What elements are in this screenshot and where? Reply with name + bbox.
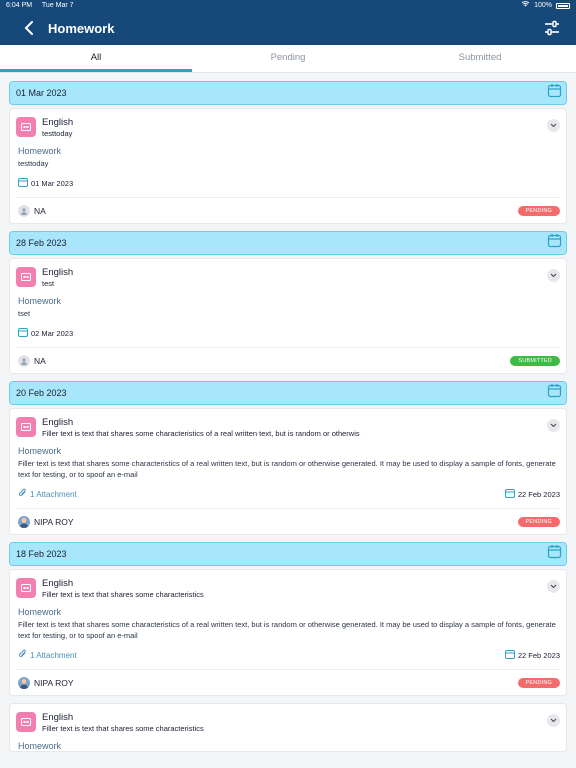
status-badge: PENDING — [517, 205, 560, 216]
subject-name: English — [42, 712, 74, 723]
homework-description: testtoday — [18, 159, 49, 168]
calendar-icon[interactable] — [547, 544, 562, 564]
homework-group: 18 Feb 2023 English Filler text is text … — [9, 542, 567, 696]
teacher-name: NIPA ROY — [34, 516, 74, 527]
homework-label: Homework — [18, 741, 62, 751]
homework-label: Homework — [18, 446, 62, 456]
homework-topic: Filler text is text that shares some cha… — [42, 724, 204, 733]
homework-card[interactable]: English test Homework tset 02 Mar 2023 N… — [9, 258, 567, 374]
homework-label: Homework — [18, 146, 62, 156]
chevron-down-icon[interactable] — [547, 269, 560, 282]
teacher-name: NIPA ROY — [34, 677, 74, 688]
wifi-icon — [521, 0, 530, 11]
attachment-count: 1 Attachment — [30, 489, 77, 499]
tab-pending[interactable]: Pending — [192, 45, 384, 72]
chevron-down-icon[interactable] — [547, 419, 560, 432]
date-header: 20 Feb 2023 — [9, 381, 567, 405]
paperclip-icon — [18, 488, 27, 500]
status-time: 6:04 PM — [6, 2, 33, 9]
teacher-name: NA — [34, 205, 46, 216]
homework-topic: Filler text is text that shares some cha… — [42, 429, 360, 438]
homework-topic: test — [42, 279, 55, 288]
due-date: 02 Mar 2023 — [18, 327, 73, 339]
homework-description: Filler text is text that shares some cha… — [18, 620, 556, 640]
calendar-icon — [504, 649, 515, 661]
date-header: 28 Feb 2023 — [9, 231, 567, 255]
homework-card[interactable]: English testtoday Homework testtoday 01 … — [9, 108, 567, 224]
homework-card[interactable]: English Filler text is text that shares … — [9, 703, 567, 752]
book-icon — [16, 712, 36, 732]
attachment-link[interactable]: 1 Attachment — [18, 649, 77, 661]
homework-description: tset — [18, 309, 31, 318]
homework-label: Homework — [18, 296, 62, 306]
subject-name: English — [42, 417, 74, 428]
filter-tabs: All Pending Submitted — [0, 45, 576, 73]
avatar — [18, 515, 30, 528]
homework-card[interactable]: English Filler text is text that shares … — [9, 569, 567, 696]
due-date: 01 Mar 2023 — [18, 177, 73, 189]
homework-label: Homework — [18, 607, 62, 617]
subject-name: English — [42, 117, 74, 128]
date-header-label: 01 Mar 2023 — [16, 88, 67, 98]
homework-topic: Filler text is text that shares some cha… — [42, 590, 204, 599]
calendar-icon — [504, 488, 515, 500]
battery-percent: 100% — [534, 2, 552, 9]
teacher-name: NA — [34, 355, 46, 366]
date-header: 01 Mar 2023 — [9, 81, 567, 105]
chevron-down-icon[interactable] — [547, 714, 560, 727]
due-date-value: 02 Mar 2023 — [31, 328, 74, 338]
status-date: Tue Mar 7 — [41, 2, 74, 9]
tab-all[interactable]: All — [0, 45, 192, 72]
calendar-icon[interactable] — [547, 233, 562, 253]
subject-name: English — [42, 578, 74, 589]
status-badge: PENDING — [517, 677, 560, 688]
homework-group: English Filler text is text that shares … — [9, 703, 567, 752]
attachment-link[interactable]: 1 Attachment — [18, 488, 77, 500]
calendar-icon[interactable] — [547, 383, 562, 403]
status-badge: PENDING — [517, 516, 560, 527]
subject-name: English — [42, 267, 74, 278]
chevron-down-icon[interactable] — [547, 119, 560, 132]
status-bar: 6:04 PM Tue Mar 7 100% — [0, 0, 576, 11]
calendar-icon — [18, 327, 28, 339]
book-icon — [16, 578, 36, 598]
homework-group: 28 Feb 2023 English test Homework tset 0… — [9, 231, 567, 374]
book-icon — [16, 117, 36, 137]
due-date-value: 22 Feb 2023 — [517, 650, 560, 660]
book-icon — [16, 267, 36, 287]
attachment-count: 1 Attachment — [30, 650, 77, 660]
status-badge: SUBMITTED — [510, 355, 560, 366]
due-date: 22 Feb 2023 — [504, 488, 560, 500]
battery-icon — [556, 2, 570, 9]
date-header-label: 18 Feb 2023 — [16, 549, 67, 559]
calendar-icon — [18, 177, 28, 189]
due-date-value: 22 Feb 2023 — [517, 489, 560, 499]
homework-description: Filler text is text that shares some cha… — [18, 459, 556, 479]
app-header: 6:04 PM Tue Mar 7 100% Homework — [0, 0, 576, 45]
homework-group: 20 Feb 2023 English Filler text is text … — [9, 381, 567, 535]
avatar — [18, 676, 30, 689]
book-icon — [16, 417, 36, 437]
back-arrow-icon[interactable] — [24, 17, 34, 39]
person-icon — [18, 204, 30, 217]
due-date: 22 Feb 2023 — [504, 649, 560, 661]
homework-group: 01 Mar 2023 English testtoday Homework t… — [9, 81, 567, 224]
homework-list: 01 Mar 2023 English testtoday Homework t… — [0, 73, 576, 767]
due-date-value: 01 Mar 2023 — [31, 178, 74, 188]
chevron-down-icon[interactable] — [547, 580, 560, 593]
homework-card[interactable]: English Filler text is text that shares … — [9, 408, 567, 535]
date-header-label: 20 Feb 2023 — [16, 388, 67, 398]
page-title: Homework — [48, 20, 115, 36]
tab-submitted[interactable]: Submitted — [384, 45, 576, 72]
filter-sliders-icon[interactable] — [542, 18, 562, 38]
date-header-label: 28 Feb 2023 — [16, 238, 67, 248]
homework-topic: testtoday — [42, 129, 73, 138]
calendar-icon[interactable] — [547, 83, 562, 103]
person-icon — [18, 354, 30, 367]
date-header: 18 Feb 2023 — [9, 542, 567, 566]
paperclip-icon — [18, 649, 27, 661]
